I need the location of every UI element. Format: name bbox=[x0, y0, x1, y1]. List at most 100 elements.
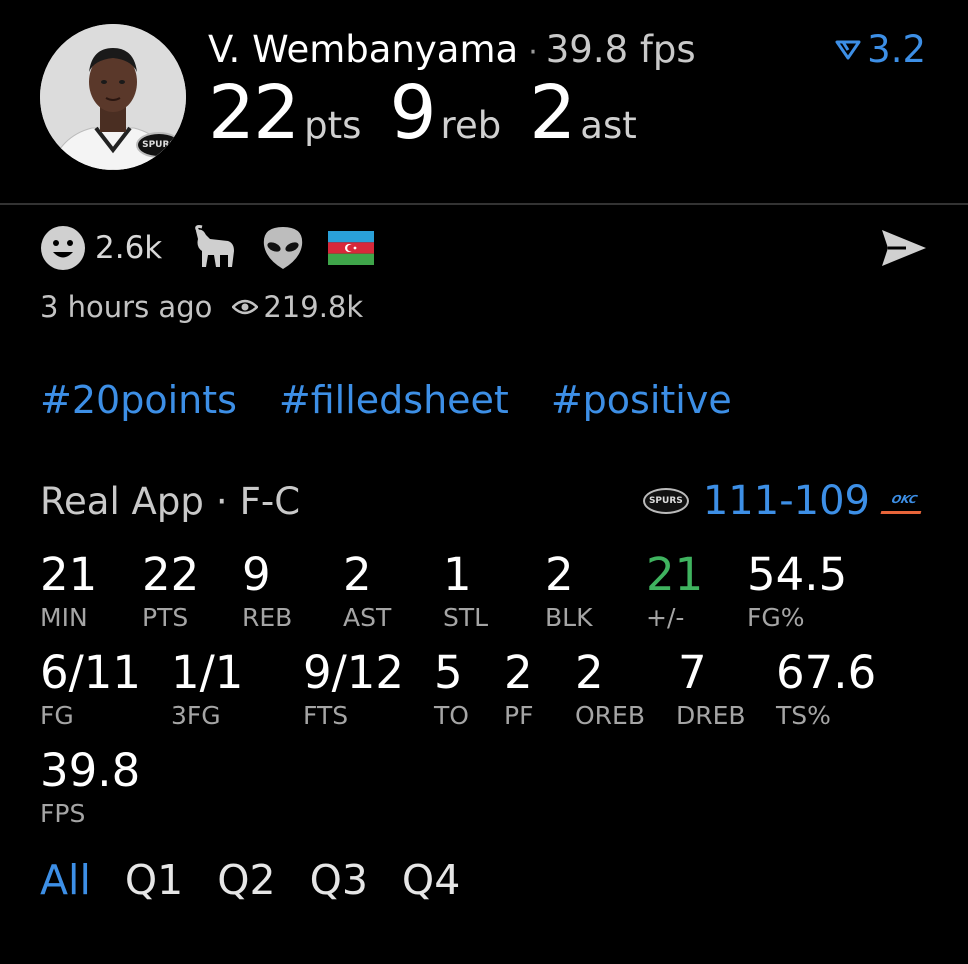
source-label: Real App bbox=[40, 480, 204, 523]
boost-button[interactable]: 3.2 bbox=[835, 28, 926, 71]
stat-value: 1 bbox=[443, 548, 472, 601]
player-avatar[interactable]: SPURS bbox=[40, 24, 186, 170]
azerbaijan-flag-icon[interactable] bbox=[328, 231, 375, 265]
stat-pf: 2 PF bbox=[504, 650, 533, 728]
stat-label: AST bbox=[343, 603, 392, 632]
player-name[interactable]: V. Wembanyama bbox=[208, 28, 518, 71]
tab-all[interactable]: All bbox=[40, 856, 91, 904]
stat-label: TS% bbox=[776, 701, 831, 730]
score-value: 111-109 bbox=[702, 478, 870, 524]
stat-label: FG bbox=[40, 701, 74, 730]
tab-q1[interactable]: Q1 bbox=[125, 856, 183, 904]
game-score[interactable]: SPURS 111-109 OKC bbox=[642, 478, 928, 524]
fps-label: 39.8 fps bbox=[545, 28, 696, 71]
boost-value: 3.2 bbox=[867, 28, 926, 71]
stat-label: PF bbox=[504, 701, 534, 730]
stat-value: 9 bbox=[242, 548, 271, 601]
separator-dot: · bbox=[528, 35, 538, 70]
stat-value: 39.8 bbox=[40, 744, 141, 797]
home-badge-text: SPURS bbox=[648, 496, 683, 506]
stat-fg: 6/11 FG bbox=[40, 650, 141, 728]
stat-value: 6/11 bbox=[40, 646, 142, 699]
stat-label: FTS bbox=[303, 701, 349, 730]
send-icon[interactable] bbox=[880, 226, 928, 270]
stat-value: 2 bbox=[343, 548, 372, 601]
stat-label: DREB bbox=[676, 701, 746, 730]
tab-q2[interactable]: Q2 bbox=[217, 856, 275, 904]
stat-oreb: 2 OREB bbox=[575, 650, 645, 728]
hashtag-20points[interactable]: #20points bbox=[40, 378, 237, 422]
headline-rebounds: 9 bbox=[389, 70, 436, 156]
spurs-badge-icon: SPURS bbox=[136, 132, 182, 158]
stat-fg-pct: 54.5 FG% bbox=[747, 552, 847, 630]
smile-icon[interactable] bbox=[40, 225, 86, 271]
stat-ast: 2 AST bbox=[343, 552, 391, 630]
stat-pts: 22 PTS bbox=[142, 552, 199, 630]
views: 219.8k bbox=[232, 290, 363, 324]
stat-label: +/- bbox=[646, 603, 685, 632]
stat-label: FG% bbox=[747, 603, 805, 632]
stat-label: FPS bbox=[40, 799, 86, 828]
stat-label: OREB bbox=[575, 701, 645, 730]
stat-min: 21 MIN bbox=[40, 552, 97, 630]
stat-label: 3FG bbox=[171, 701, 221, 730]
spurs-badge-text: SPURS bbox=[142, 140, 176, 150]
eye-icon bbox=[232, 299, 259, 315]
headline-assists-unit: ast bbox=[580, 104, 637, 147]
tab-q3[interactable]: Q3 bbox=[310, 856, 368, 904]
quarter-tabs: All Q1 Q2 Q3 Q4 bbox=[40, 856, 460, 904]
stat-ts-pct: 67.6 TS% bbox=[776, 650, 876, 728]
hashtag-positive[interactable]: #positive bbox=[551, 378, 732, 422]
stat-value: 1/1 bbox=[171, 646, 244, 699]
stat-value: 21 bbox=[646, 548, 704, 601]
spurs-logo-icon: SPURS bbox=[642, 488, 689, 514]
headline-assists: 2 bbox=[529, 70, 576, 156]
stat-fps: 39.8 FPS bbox=[40, 748, 140, 826]
stat-value: 67.6 bbox=[776, 646, 877, 699]
smile-count: 2.6k bbox=[95, 230, 163, 266]
stat-value: 2 bbox=[504, 646, 533, 699]
time-ago: 3 hours ago bbox=[40, 290, 213, 324]
stat-value: 7 bbox=[678, 646, 707, 699]
separator-dot: · bbox=[215, 480, 228, 523]
game-source-line: Real App · F-C bbox=[40, 480, 300, 523]
stat-label: TO bbox=[434, 701, 469, 730]
stat-value: 22 bbox=[142, 548, 200, 601]
stat-label: BLK bbox=[545, 603, 593, 632]
position-label: F-C bbox=[239, 480, 301, 523]
headline-stats: 22 pts 9 reb 2 ast bbox=[208, 70, 665, 156]
stat-label: REB bbox=[242, 603, 293, 632]
hashtag-filledsheet[interactable]: #filledsheet bbox=[279, 378, 509, 422]
headline-points: 22 bbox=[208, 70, 300, 156]
stat-value: 9/12 bbox=[303, 646, 405, 699]
stat-reb: 9 REB bbox=[242, 552, 292, 630]
stat-fts: 9/12 FTS bbox=[303, 650, 404, 728]
headline-rebounds-unit: reb bbox=[440, 104, 502, 147]
away-badge-text: OKC bbox=[890, 493, 919, 506]
stat-value: 21 bbox=[40, 548, 98, 601]
stat-label: MIN bbox=[40, 603, 88, 632]
stat-value: 54.5 bbox=[747, 548, 848, 601]
stat-blk: 2 BLK bbox=[545, 552, 592, 630]
stat-label: STL bbox=[443, 603, 489, 632]
goat-icon[interactable] bbox=[190, 225, 238, 271]
stat-dreb: 7 DREB bbox=[676, 650, 746, 728]
stat-value: 2 bbox=[575, 646, 604, 699]
header-divider bbox=[0, 203, 968, 205]
hashtag-list: #20points #filledsheet #positive bbox=[40, 378, 732, 422]
reaction-row: 2.6k bbox=[40, 225, 375, 271]
alien-icon[interactable] bbox=[260, 225, 306, 271]
stat-to: 5 TO bbox=[434, 650, 469, 728]
stat-label: PTS bbox=[142, 603, 189, 632]
okc-logo-icon: OKC bbox=[880, 488, 928, 514]
post-meta: 3 hours ago 219.8k bbox=[40, 290, 363, 324]
tab-q4[interactable]: Q4 bbox=[402, 856, 460, 904]
boost-chevron-icon bbox=[835, 40, 861, 59]
stat-plus-minus: 21 +/- bbox=[646, 552, 703, 630]
view-count: 219.8k bbox=[263, 290, 364, 324]
headline-points-unit: pts bbox=[304, 104, 362, 147]
stat-value: 5 bbox=[434, 646, 463, 699]
stat-value: 2 bbox=[545, 548, 574, 601]
player-name-line: V. Wembanyama · 39.8 fps bbox=[208, 28, 696, 71]
stat-stl: 1 STL bbox=[443, 552, 488, 630]
